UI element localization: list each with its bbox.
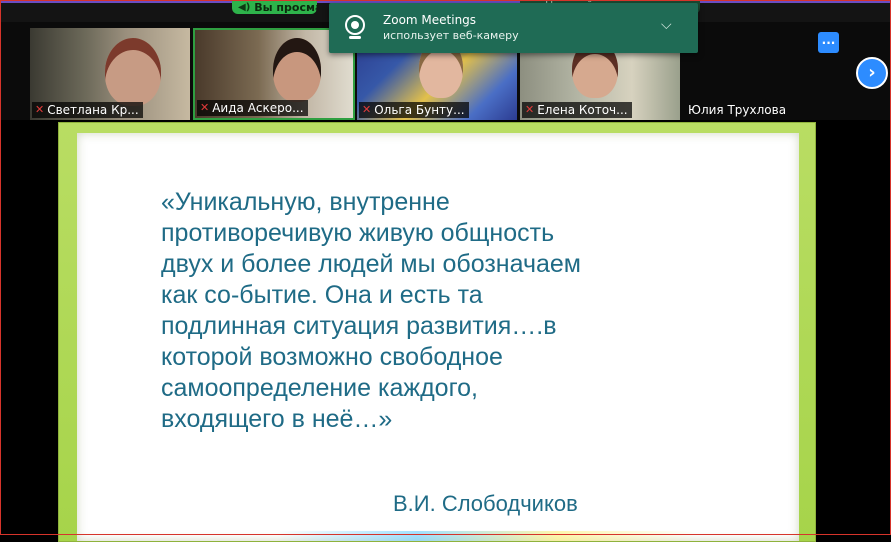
mic-muted-icon: ✕ <box>200 101 210 114</box>
slide-decoration <box>277 531 697 541</box>
quote-line: как со-бытие. Она и есть та <box>161 281 483 309</box>
mic-muted-icon: ✕ <box>362 103 372 116</box>
shared-slide: «Уникальную, внутренне противоречивую жи… <box>58 122 816 542</box>
chevron-down-icon[interactable]: ⌵ <box>661 17 672 33</box>
speaker-icon: ◀) <box>238 1 251 13</box>
notification-subtitle: использует веб-камеру <box>383 29 519 42</box>
viewing-text: Вы просмат <box>254 0 317 14</box>
webcam-icon <box>345 15 365 35</box>
mic-muted-icon: ✕ <box>35 103 45 116</box>
quote-line: противоречивую живую общность <box>161 219 555 247</box>
webcam-notification[interactable]: Zoom Meetings использует веб-камеру ⌵ <box>329 3 698 53</box>
quote-line: «Уникальную, внутренне <box>161 188 450 216</box>
participant-video <box>273 38 321 102</box>
next-page-button[interactable]: › <box>856 57 888 89</box>
quote-line: входящего в неё…» <box>161 405 393 433</box>
participant-tile[interactable]: Юлия Трухлова <box>683 28 789 120</box>
participant-tile[interactable]: ✕ Светлана Кр... <box>30 28 190 120</box>
quote-line: самоопределение каждого, <box>161 374 478 402</box>
participant-video <box>105 38 161 106</box>
participant-label: ✕ Ольга Бунту... <box>359 102 469 118</box>
quote-author: В.И. Слободчиков <box>393 491 578 516</box>
quote-line: подлинная ситуация развития….в <box>161 312 557 340</box>
mic-muted-icon: ✕ <box>525 103 535 116</box>
slide-quote: «Уникальную, внутренне противоречивую жи… <box>161 187 721 435</box>
webcam-stand-icon <box>349 36 361 39</box>
more-options-button[interactable]: ... <box>818 32 839 53</box>
viewing-share-banner[interactable]: ◀) Вы просмат <box>232 0 317 14</box>
notification-title: Zoom Meetings <box>383 13 477 27</box>
participant-label: Юлия Трухлова <box>688 103 787 117</box>
slide-content: «Уникальную, внутренне противоречивую жи… <box>77 133 799 541</box>
participant-label: ✕ Светлана Кр... <box>32 102 143 118</box>
participant-label: ✕ Елена Коточ... <box>522 102 632 118</box>
quote-line: двух и более людей мы обозначаем <box>161 250 581 278</box>
quote-line: которой возможно свободное <box>161 343 503 371</box>
participant-label: ✕ Аида Аскеро... <box>197 100 308 116</box>
